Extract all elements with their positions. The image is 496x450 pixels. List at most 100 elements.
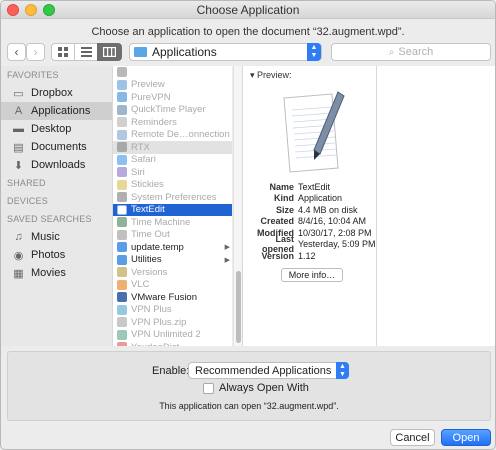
location-popup[interactable]: Applications ▲ ▼ (129, 43, 322, 61)
column-view-button[interactable] (97, 43, 122, 61)
application-list-scrollbar[interactable] (233, 66, 242, 346)
disclosure-arrow-icon: ▶ (224, 256, 230, 264)
app-name: Time Out (131, 229, 170, 241)
info-key: Created (260, 216, 294, 227)
desktop-icon: ▬ (13, 123, 24, 135)
sidebar-item-desktop[interactable]: ▬ Desktop (1, 120, 112, 138)
downloads-icon: ⬇ (13, 159, 24, 172)
sidebar-item-documents[interactable]: ▤ Documents (1, 138, 112, 156)
app-icon (117, 67, 127, 78)
app-list-item[interactable]: Safari (113, 154, 232, 167)
app-list-item[interactable]: QuickTime Player (113, 104, 232, 117)
app-list-item[interactable]: VMware Fusion (113, 291, 232, 304)
chevron-left-icon: ‹ (14, 45, 19, 59)
sidebar-item-label: Applications (31, 105, 91, 117)
info-row: Version 1.12 (243, 250, 377, 262)
app-icon (117, 129, 127, 140)
app-list-item[interactable]: Utilities ▶ (113, 254, 232, 267)
info-value: 1.12 (298, 250, 316, 261)
app-icon (117, 292, 127, 303)
enable-popup-value: Recommended Applications (195, 364, 332, 377)
app-list-item[interactable] (113, 66, 232, 79)
app-name: Safari (131, 154, 156, 166)
application-list: Preview PureVPN QuickTime Player Reminders R… (112, 66, 232, 346)
window-title: Choose Application (196, 3, 300, 17)
icon-view-button[interactable] (51, 43, 75, 61)
app-icon (117, 317, 127, 328)
sidebar-section-header: SHARED (7, 178, 46, 188)
app-list-item[interactable]: VPN Plus.zip (113, 316, 232, 329)
sidebar-item-downloads[interactable]: ⬇ Downloads (1, 156, 112, 174)
sidebar-item-dropbox[interactable]: ▭ Dropbox (1, 84, 112, 102)
folder-icon (134, 47, 147, 57)
info-key: Name (269, 181, 294, 192)
app-name: Utilities (131, 254, 162, 266)
info-key: Kind (274, 193, 294, 204)
scrollbar-thumb[interactable] (236, 271, 241, 343)
app-icon (117, 154, 127, 165)
app-list-item[interactable]: VLC (113, 279, 232, 292)
app-list-item[interactable]: System Preferences (113, 191, 232, 204)
app-list-item[interactable]: Preview (113, 79, 232, 92)
cancel-button[interactable]: Cancel (390, 429, 435, 446)
sidebar-item-movies[interactable]: ▦ Movies (1, 264, 112, 282)
app-list-item[interactable]: Time Out (113, 229, 232, 242)
info-row: Size 4.4 MB on disk (243, 204, 377, 216)
list-view-button[interactable] (74, 43, 98, 61)
app-icon (117, 217, 127, 228)
search-field[interactable]: ⌕ Search (331, 43, 491, 61)
dropbox-icon: ▭ (13, 87, 24, 100)
app-name: Reminders (131, 116, 177, 128)
app-list-item[interactable]: VPN Unlimited 2 (113, 329, 232, 342)
app-list-item[interactable]: TextEdit (113, 203, 232, 216)
app-list-item[interactable]: Stickies (113, 179, 232, 192)
sidebar-item-applications[interactable]: A Applications (1, 102, 112, 120)
app-list-item[interactable]: PureVPN (113, 91, 232, 104)
app-name: VMware Fusion (131, 291, 197, 303)
app-name: RTX (131, 141, 150, 153)
empty-column (376, 66, 495, 346)
info-value: Yesterday, 5:09 PM (298, 239, 376, 250)
app-icon (117, 79, 127, 90)
dialog-prompt: Choose an application to open the docume… (91, 26, 405, 38)
app-list-item[interactable]: YoudaoDict (113, 341, 232, 346)
forward-button[interactable]: › (26, 43, 45, 61)
always-open-label[interactable]: Always Open With (219, 382, 309, 394)
app-icon (117, 142, 127, 153)
title-bar: Choose Application (1, 1, 495, 19)
sidebar-section-header: DEVICES (7, 196, 48, 206)
app-list-item[interactable]: VPN Plus (113, 304, 232, 317)
always-open-checkbox[interactable] (203, 383, 214, 394)
movies-icon: ▦ (13, 267, 24, 280)
sidebar: FAVORITES ▭ Dropbox A Applications ▬ Desktop ▤ D… (1, 66, 112, 346)
back-button[interactable]: ‹ (7, 43, 26, 61)
more-info-button[interactable]: More info… (281, 268, 343, 282)
app-name: System Preferences (131, 191, 217, 203)
app-name: YoudaoDict (131, 342, 179, 346)
popup-arrows-icon: ▲ ▼ (336, 362, 349, 379)
app-icon (117, 192, 127, 203)
app-icon (117, 267, 127, 278)
open-button[interactable]: Open (441, 429, 491, 446)
app-list-item[interactable]: update.temp ▶ (113, 241, 232, 254)
app-list-item[interactable]: Siri (113, 166, 232, 179)
enable-label: Enable: (152, 365, 190, 377)
applications-icon: A (14, 105, 23, 117)
sidebar-item-photos[interactable]: ◉ Photos (1, 246, 112, 264)
app-list-item[interactable]: Remote De…onnection (113, 129, 232, 142)
app-name: VPN Plus (131, 304, 172, 316)
app-name: Preview (131, 79, 165, 91)
options-panel: Enable: Recommended Applications ▲ ▼ Alwa… (7, 351, 491, 421)
documents-icon: ▤ (13, 141, 24, 154)
enable-popup[interactable]: Recommended Applications ▲ ▼ (188, 362, 349, 379)
disclosure-arrow-icon: ▶ (224, 244, 230, 252)
app-list-item[interactable]: Time Machine (113, 216, 232, 229)
info-value: Application (298, 193, 343, 204)
info-value: 10/30/17, 2:08 PM (298, 227, 372, 238)
sidebar-item-music[interactable]: ♫ Music (1, 228, 112, 246)
app-list-item[interactable]: Versions (113, 266, 232, 279)
app-list-item[interactable]: Reminders (113, 116, 232, 129)
app-list-item[interactable]: RTX (113, 141, 232, 154)
folder-icon (117, 242, 127, 253)
chevron-right-icon: › (33, 45, 38, 59)
